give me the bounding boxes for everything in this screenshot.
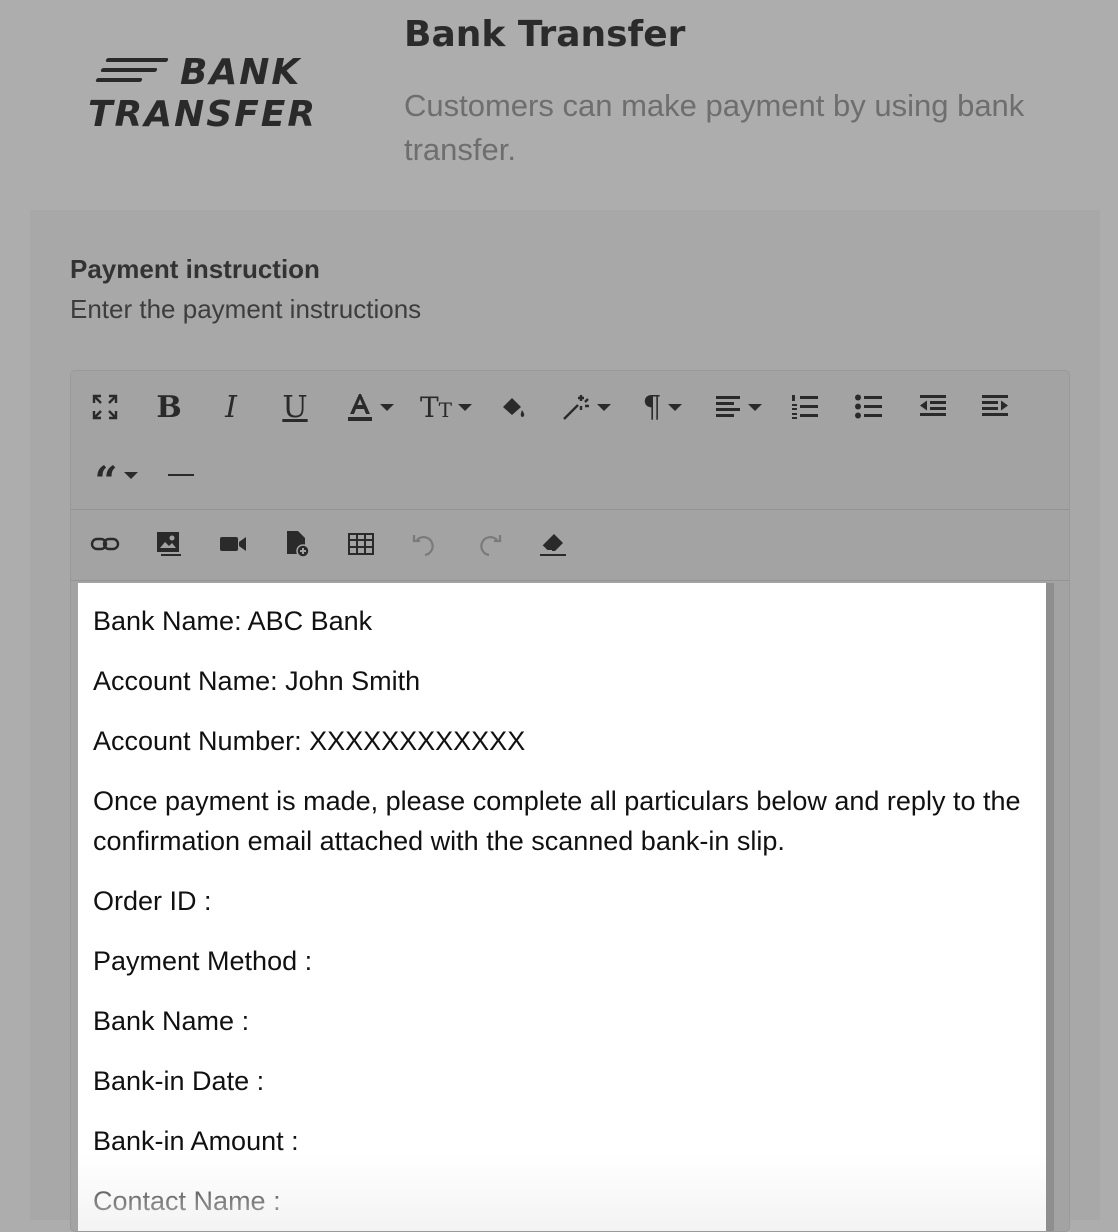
page-subtitle: Customers can make payment by using bank… [404, 88, 1025, 167]
horizontal-rule-icon[interactable] [153, 451, 209, 499]
fill-color-icon[interactable] [485, 383, 541, 431]
content-line-bank-in-amount: Bank-in Amount : [93, 1126, 299, 1156]
content-line-bank-in-date: Bank-in Date : [93, 1066, 265, 1096]
redo-icon[interactable] [461, 520, 517, 568]
content-line-account-name: Account Name: John Smith [93, 666, 421, 696]
file-icon[interactable] [269, 520, 325, 568]
image-icon[interactable] [141, 520, 197, 568]
rich-text-editor: B I U TT ¶ “ Bank Name: ABC Bank Account… [70, 370, 1070, 1232]
content-line-payment-method: Payment Method : [93, 946, 313, 976]
underline-icon[interactable]: U [267, 383, 323, 431]
outdent-icon[interactable] [905, 383, 961, 431]
align-icon[interactable] [707, 383, 769, 431]
italic-icon[interactable]: I [203, 383, 259, 431]
unordered-list-icon[interactable] [841, 383, 897, 431]
magic-style-icon[interactable] [555, 383, 617, 431]
payment-instruction-help: Enter the payment instructions [70, 294, 422, 324]
paragraph-icon[interactable]: ¶ [631, 383, 693, 431]
fullscreen-icon[interactable] [77, 383, 133, 431]
font-color-icon[interactable] [339, 383, 401, 431]
content-line-bank-name-field: Bank Name : [93, 1006, 250, 1036]
header: BANK TRANSFER Bank Transfer Customers ca… [0, 0, 1118, 210]
content-line-bank-name: Bank Name: ABC Bank [93, 606, 373, 636]
speed-lines-icon [95, 58, 169, 88]
font-size-icon[interactable]: TT [415, 383, 477, 431]
editor-content-area[interactable]: Bank Name: ABC Bank Account Name: John S… [78, 583, 1054, 1231]
link-icon[interactable] [77, 520, 133, 568]
logo-text-line2: TRANSFER [88, 94, 318, 135]
bank-transfer-logo: BANK TRANSFER [88, 52, 338, 142]
content-line-instructions: Once payment is made, please complete al… [93, 786, 1021, 856]
table-icon[interactable] [333, 520, 389, 568]
page-title: Bank Transfer [404, 14, 686, 55]
content-line-account-number: Account Number: XXXXXXXXXXXX [93, 726, 526, 756]
content-line-order-id: Order ID : [93, 886, 212, 916]
blockquote-icon[interactable]: “ [85, 451, 147, 502]
payment-instruction-label: Payment instruction [70, 254, 320, 284]
editor-toolbar-row-1: B I U TT ¶ “ [71, 371, 1069, 510]
logo-text-line1: BANK [180, 52, 302, 93]
video-icon[interactable] [205, 520, 261, 568]
editor-toolbar-row-2 [71, 510, 1069, 581]
undo-icon[interactable] [397, 520, 453, 568]
bold-icon[interactable]: B [141, 383, 197, 431]
clear-format-icon[interactable] [525, 520, 581, 568]
indent-icon[interactable] [967, 383, 1023, 431]
ordered-list-icon[interactable] [777, 383, 833, 431]
content-line-contact-name: Contact Name : [93, 1186, 281, 1216]
